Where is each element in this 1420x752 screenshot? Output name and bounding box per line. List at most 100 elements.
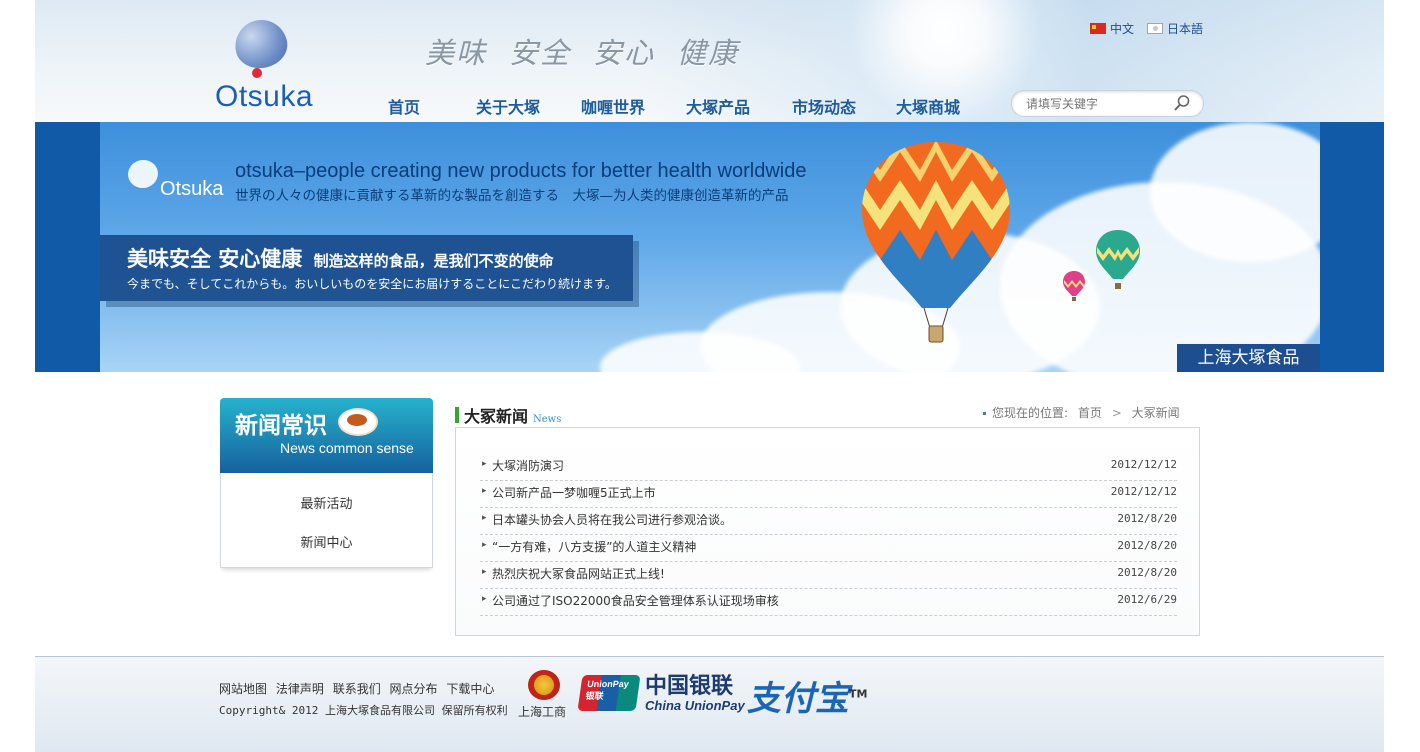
lang-chinese[interactable]: 中文: [1090, 20, 1134, 37]
slogan-word: 安全: [509, 36, 572, 70]
hero-banner: Otsuka otsuka–people creating new produc…: [35, 122, 1384, 372]
curry-plate-icon: [338, 408, 378, 436]
arrow-icon: ▸: [482, 594, 487, 604]
banner-japanese-tagline: 世界の人々の健康に貢献する革新的な製品を創造する 大塚—为人类的健康创造革新的产…: [235, 188, 789, 204]
unionpay-en: China UnionPay: [645, 698, 745, 713]
sidebar-menu: 最新活动 新闻中心: [220, 473, 433, 568]
footer-link-sitemap[interactable]: 网站地图: [219, 682, 267, 696]
hot-air-balloon-small-icon: [1063, 271, 1085, 301]
news-item-date: 2012/12/12: [1110, 485, 1177, 498]
arrow-icon: ▸: [482, 486, 487, 496]
nav-curry-world[interactable]: 咖喱世界: [581, 94, 645, 118]
footer-link-legal[interactable]: 法律声明: [276, 682, 324, 696]
unionpay-card-icon: UnionPay 银联: [577, 675, 641, 711]
unionpay-cn: 中国银联: [645, 674, 734, 699]
news-item-title[interactable]: 大塚消防演习: [492, 457, 564, 474]
logo-mark-icon: [230, 15, 292, 73]
banner-logo: Otsuka: [125, 157, 228, 200]
footer: 网站地图 法律声明 联系我们 网点分布 下载中心 Copyright& 2012…: [35, 656, 1384, 752]
news-item-title[interactable]: 日本罐头协会人员将在我公司进行参观洽谈。: [492, 511, 732, 528]
news-item-date: 2012/6/29: [1117, 593, 1177, 606]
news-title-cn: 大冢新闻: [464, 407, 529, 426]
nav-shop[interactable]: 大塚商城: [896, 94, 960, 118]
nav-products[interactable]: 大塚产品: [686, 94, 750, 118]
sidebar-title: 新闻常识: [235, 413, 327, 439]
news-item-title[interactable]: 热烈庆祝大冢食品网站正式上线!: [492, 565, 665, 582]
news-item-date: 2012/8/20: [1117, 566, 1177, 579]
mission-title: 美味安全 安心健康 制造这样的食品，是我们不变的使命: [127, 243, 554, 273]
news-item[interactable]: ▸ “一方有难，八方支援”的人道主义精神 2012/8/20: [480, 534, 1177, 562]
hot-air-balloon-large-icon: [862, 142, 1010, 343]
bullet-icon: [983, 412, 986, 415]
search-input[interactable]: [1024, 94, 1168, 114]
japan-flag-icon: [1147, 23, 1163, 34]
news-item[interactable]: ▸ 公司通过了ISO22000食品安全管理体系认证现场审核 2012/6/29: [480, 588, 1177, 616]
lang-chinese-label: 中文: [1110, 22, 1135, 36]
news-item[interactable]: ▸ 日本罐头协会人员将在我公司进行参观洽谈。 2012/8/20: [480, 507, 1177, 535]
sidebar-item-latest-activities[interactable]: 最新活动: [221, 493, 432, 512]
header-slogan: 美味 安全 安心 健康: [425, 30, 761, 72]
search-icon[interactable]: [1173, 94, 1191, 112]
arrow-icon: ▸: [482, 513, 487, 523]
banner-company-label: 上海大塚食品: [1177, 344, 1320, 372]
arrow-icon: ▸: [482, 459, 487, 469]
news-title-en: News: [533, 414, 562, 425]
breadcrumb-separator: >: [1111, 406, 1122, 420]
sidebar-header: 新闻常识 News common sense: [220, 398, 433, 473]
news-item-title[interactable]: 公司通过了ISO22000食品安全管理体系认证现场审核: [492, 592, 779, 609]
nav-about[interactable]: 关于大塚: [476, 94, 540, 118]
news-item-title[interactable]: 公司新产品一梦咖喱5正式上市: [492, 484, 656, 501]
breadcrumb-prefix: 您现在的位置:: [992, 406, 1069, 420]
banner-sky: Otsuka otsuka–people creating new produc…: [100, 122, 1320, 372]
unionpay-logo: 中国银联 China UnionPay: [645, 675, 745, 713]
banner-english-tagline: otsuka–people creating new products for …: [235, 160, 807, 182]
sidebar-item-news-center[interactable]: 新闻中心: [221, 532, 432, 551]
slogan-word: 美味: [425, 36, 488, 70]
business-emblem-label: 上海工商: [518, 705, 567, 719]
banner-mission-box: 美味安全 安心健康 制造这样的食品，是我们不变的使命 今までも、そしてこれからも…: [100, 235, 633, 301]
lang-japanese[interactable]: 日本語: [1147, 20, 1203, 37]
alipay-text: 支付宝: [747, 679, 849, 719]
news-item-date: 2012/8/20: [1117, 512, 1177, 525]
arrow-icon: ▸: [482, 567, 487, 577]
breadcrumb-current: 大冢新闻: [1131, 406, 1180, 420]
footer-link-downloads[interactable]: 下载中心: [446, 682, 494, 696]
banner-logo-mark-icon: [125, 157, 161, 191]
alipay-trademark: TM: [849, 687, 868, 701]
news-section-title: 大冢新闻 News: [455, 403, 561, 427]
footer-links: 网站地图 法律声明 联系我们 网点分布 下载中心: [219, 680, 499, 697]
news-item[interactable]: ▸ 大塚消防演习 2012/12/12: [480, 453, 1177, 481]
search-box: [1011, 90, 1204, 117]
news-list: ▸ 大塚消防演习 2012/12/12 ▸ 公司新产品一梦咖喱5正式上市 201…: [455, 427, 1200, 636]
news-item-title[interactable]: “一方有难，八方支援”的人道主义精神: [492, 538, 696, 555]
footer-link-contact[interactable]: 联系我们: [333, 682, 381, 696]
breadcrumb-home[interactable]: 首页: [1078, 406, 1102, 420]
news-item-date: 2012/12/12: [1110, 458, 1177, 471]
business-emblem-icon[interactable]: [528, 670, 560, 700]
news-item[interactable]: ▸ 热烈庆祝大冢食品网站正式上线! 2012/8/20: [480, 561, 1177, 589]
alipay-logo: 支付宝TM: [747, 671, 867, 720]
mission-title-main: 美味安全 安心健康: [127, 247, 303, 271]
hot-air-balloon-medium-icon: [1096, 230, 1140, 289]
footer-link-locations[interactable]: 网点分布: [390, 682, 438, 696]
unionpay-card-label: UnionPay 银联: [584, 679, 630, 701]
news-item[interactable]: ▸ 公司新产品一梦咖喱5正式上市 2012/12/12: [480, 480, 1177, 508]
footer-copyright: Copyright& 2012 上海大塚食品有限公司 保留所有权利: [219, 704, 508, 717]
slogan-word: 健康: [677, 36, 740, 70]
logo-text: Otsuka: [215, 80, 314, 113]
mission-japanese: 今までも、そしてこれからも。おいしいものを安全にお届けすることにこだわり続けます…: [127, 277, 617, 291]
nav-home[interactable]: 首页: [388, 94, 420, 118]
banner-logo-text: Otsuka: [160, 178, 224, 200]
lang-japanese-label: 日本語: [1167, 22, 1204, 36]
otsuka-logo[interactable]: Otsuka: [215, 15, 330, 113]
slogan-word: 安心: [593, 36, 656, 70]
logo-dot-icon: [252, 68, 262, 78]
title-bar-icon: [455, 407, 459, 423]
china-flag-icon: [1090, 23, 1106, 34]
page: Otsuka 美味 安全 安心 健康 中文 日本語 首页 关于大塚 咖喱世界 大塚产品…: [35, 0, 1384, 752]
breadcrumb: 您现在的位置: 首页 > 大冢新闻: [983, 404, 1180, 421]
sidebar-subtitle: News common sense: [280, 440, 414, 456]
mission-title-sub: 制造这样的食品，是我们不变的使命: [313, 252, 554, 270]
nav-market-news[interactable]: 市场动态: [792, 94, 856, 118]
arrow-icon: ▸: [482, 540, 487, 550]
